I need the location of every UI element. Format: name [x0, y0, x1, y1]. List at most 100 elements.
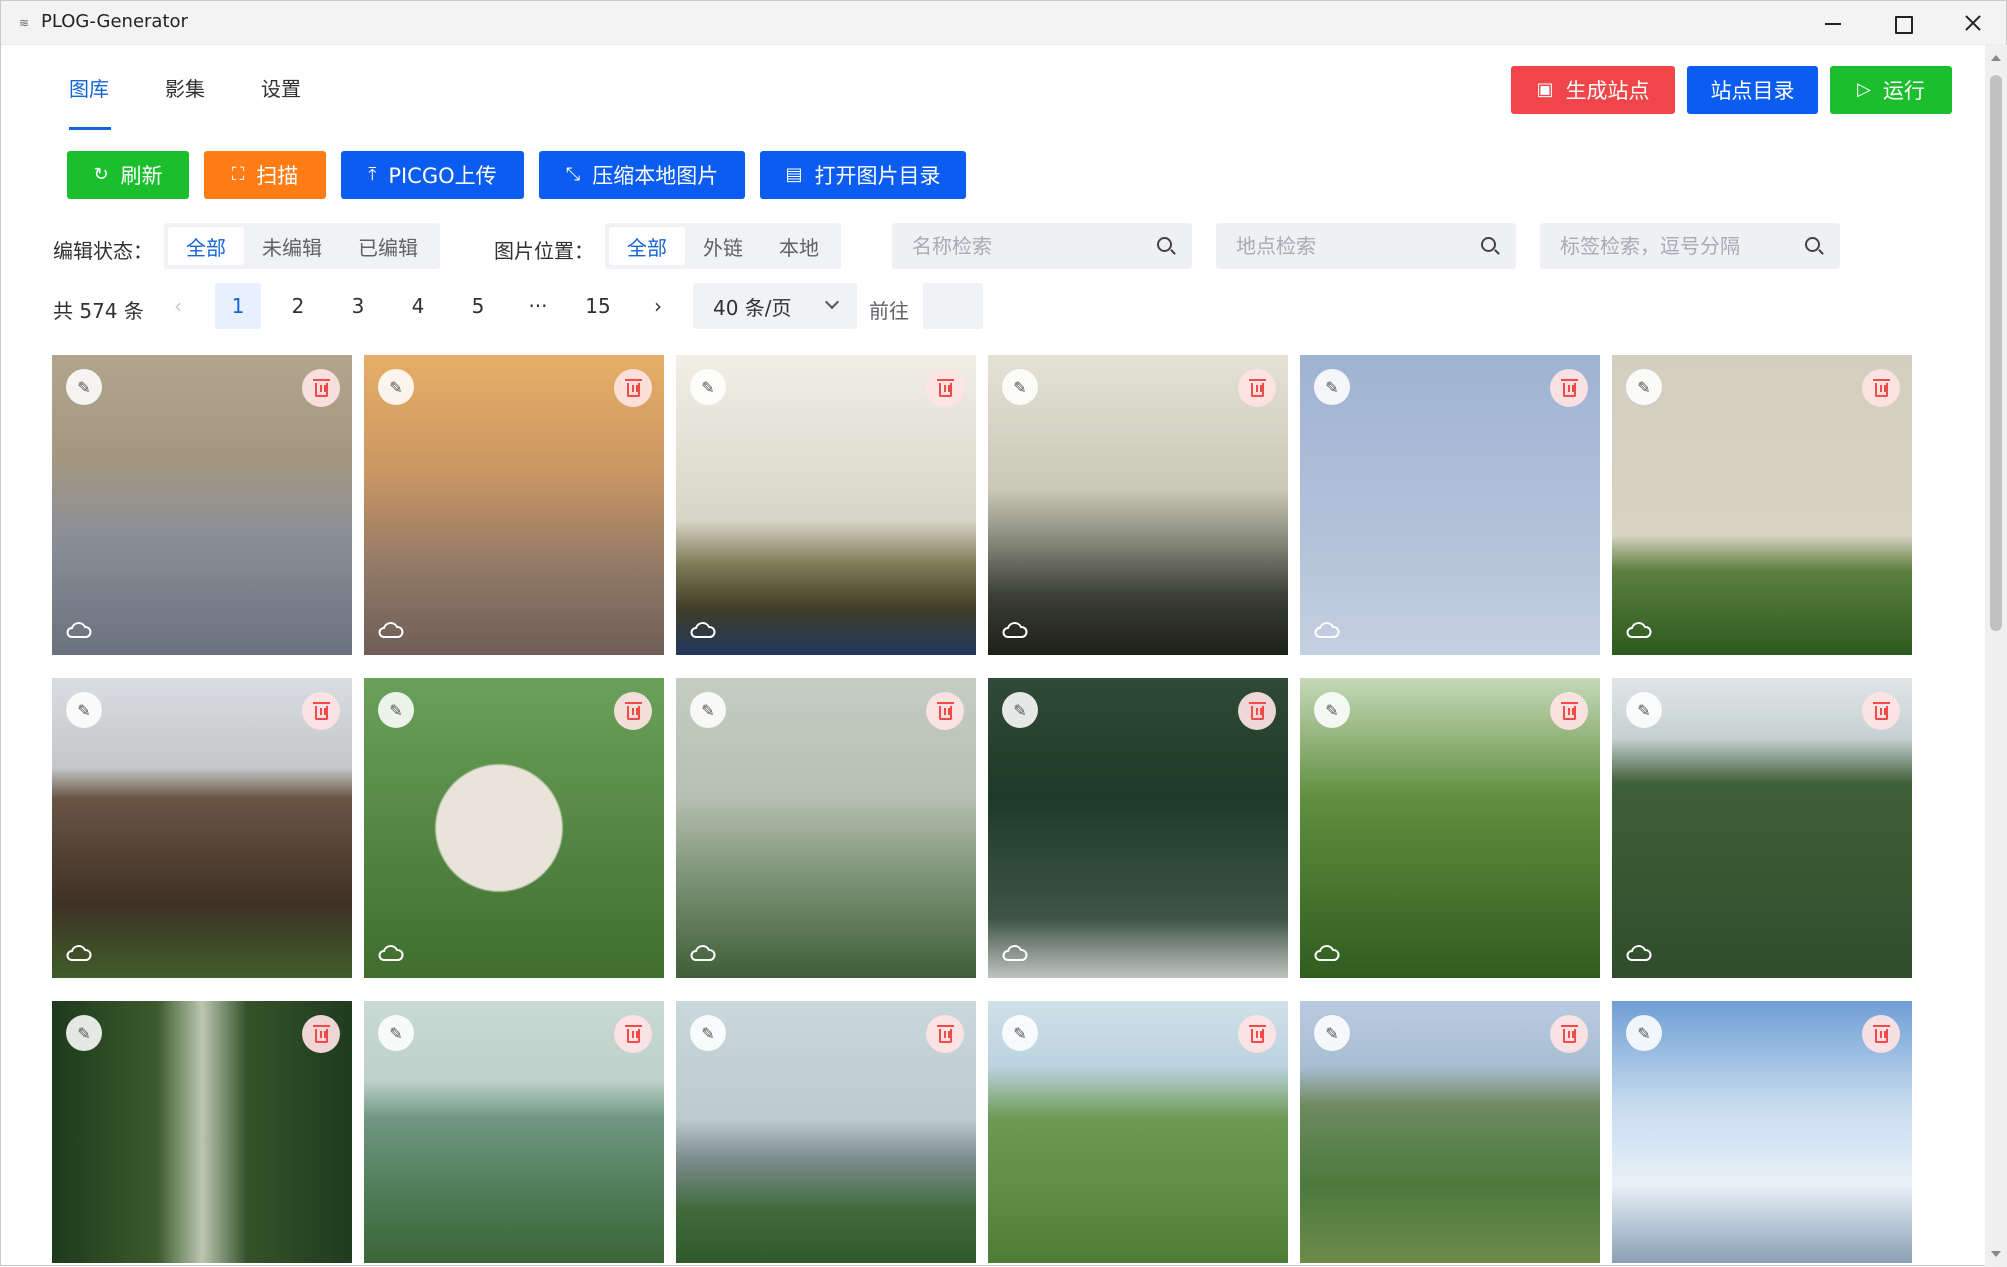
delete-button[interactable]: [614, 1015, 652, 1053]
prev-page-button[interactable]: ‹: [155, 283, 201, 329]
edit-icon[interactable]: ✎: [690, 1015, 726, 1051]
edit-icon[interactable]: ✎: [1626, 1015, 1662, 1051]
photo-card[interactable]: ✎: [52, 678, 352, 978]
picgo-upload-label: PICGO上传: [388, 164, 497, 188]
name-search-input[interactable]: [892, 223, 1192, 269]
delete-button[interactable]: [1550, 369, 1588, 407]
vertical-scrollbar[interactable]: [1985, 45, 2007, 1267]
photo-card[interactable]: ✎: [52, 355, 352, 655]
delete-button[interactable]: [302, 692, 340, 730]
photo-card[interactable]: ✎: [1612, 355, 1912, 655]
edit-icon[interactable]: ✎: [1002, 369, 1038, 405]
compress-images-button[interactable]: ⤡ 压缩本地图片: [539, 151, 745, 199]
refresh-button[interactable]: ↻ 刷新: [67, 151, 189, 199]
photo-card[interactable]: ✎: [1612, 678, 1912, 978]
edit-icon[interactable]: ✎: [378, 692, 414, 728]
photo-card[interactable]: ✎: [676, 678, 976, 978]
edit-icon[interactable]: ✎: [378, 369, 414, 405]
search-icon[interactable]: [1481, 237, 1496, 252]
cloud-icon: [66, 944, 92, 961]
page-2[interactable]: 2: [275, 283, 321, 329]
scroll-up-arrow-icon[interactable]: [1991, 55, 2001, 61]
run-button[interactable]: ▷ 运行: [1830, 66, 1952, 114]
picgo-upload-button[interactable]: ⤒ PICGO上传: [341, 151, 524, 199]
delete-button[interactable]: [614, 369, 652, 407]
delete-button[interactable]: [1550, 1015, 1588, 1053]
tag-search: [1540, 223, 1840, 269]
close-button[interactable]: [1937, 1, 2007, 45]
page-4[interactable]: 4: [395, 283, 441, 329]
photo-card[interactable]: ✎: [364, 1001, 664, 1263]
edit-icon[interactable]: ✎: [690, 369, 726, 405]
edit-icon[interactable]: ✎: [1626, 692, 1662, 728]
delete-button[interactable]: [1862, 692, 1900, 730]
photo-card[interactable]: ✎: [52, 1001, 352, 1263]
photo-card[interactable]: ✎: [988, 1001, 1288, 1263]
search-icon[interactable]: [1157, 237, 1172, 252]
scroll-down-arrow-icon[interactable]: [1991, 1251, 2001, 1257]
delete-button[interactable]: [1862, 369, 1900, 407]
edit-icon[interactable]: ✎: [1626, 369, 1662, 405]
photo-card[interactable]: ✎: [1300, 678, 1600, 978]
tab-settings[interactable]: 设置: [261, 73, 301, 102]
photo-card[interactable]: ✎: [364, 678, 664, 978]
delete-button[interactable]: [302, 1015, 340, 1053]
minimize-button[interactable]: [1797, 1, 1867, 45]
next-page-button[interactable]: ›: [635, 283, 681, 329]
tab-gallery[interactable]: 图库: [69, 73, 109, 102]
photo-card[interactable]: ✎: [676, 355, 976, 655]
photo-card[interactable]: ✎: [1300, 355, 1600, 655]
delete-button[interactable]: [926, 692, 964, 730]
photo-card[interactable]: ✎: [988, 678, 1288, 978]
edit-icon[interactable]: ✎: [1314, 1015, 1350, 1051]
page-15[interactable]: 15: [575, 283, 621, 329]
delete-button[interactable]: [1238, 692, 1276, 730]
site-directory-button[interactable]: 站点目录: [1687, 66, 1818, 114]
tag-search-input[interactable]: [1540, 223, 1840, 269]
delete-button[interactable]: [302, 369, 340, 407]
photo-card[interactable]: ✎: [676, 1001, 976, 1263]
edit-icon[interactable]: ✎: [1002, 1015, 1038, 1051]
photo-card[interactable]: ✎: [364, 355, 664, 655]
place-search-input[interactable]: [1216, 223, 1516, 269]
location-local[interactable]: 本地: [761, 227, 837, 265]
jump-page-input[interactable]: [923, 283, 983, 329]
delete-button[interactable]: [1238, 369, 1276, 407]
page-size-select[interactable]: 40 条/页: [693, 283, 857, 329]
page-3[interactable]: 3: [335, 283, 381, 329]
edit-icon[interactable]: ✎: [378, 1015, 414, 1051]
edit-icon[interactable]: ✎: [1314, 369, 1350, 405]
open-image-dir-button[interactable]: ▤ 打开图片目录: [760, 151, 966, 199]
edit-status-all[interactable]: 全部: [168, 227, 244, 265]
edit-icon[interactable]: ✎: [66, 1015, 102, 1051]
tab-albums[interactable]: 影集: [165, 73, 205, 102]
delete-button[interactable]: [926, 1015, 964, 1053]
location-all[interactable]: 全部: [609, 227, 685, 265]
generate-site-button[interactable]: ▣ 生成站点: [1511, 66, 1675, 114]
delete-button[interactable]: [1862, 1015, 1900, 1053]
search-icon[interactable]: [1805, 237, 1820, 252]
edit-status-unedited[interactable]: 未编辑: [244, 227, 340, 265]
edit-status-edited[interactable]: 已编辑: [340, 227, 436, 265]
scan-button[interactable]: ⛶ 扫描: [204, 151, 326, 199]
compress-icon: ⤡: [565, 164, 581, 185]
photo-card[interactable]: ✎: [1300, 1001, 1600, 1263]
delete-button[interactable]: [1550, 692, 1588, 730]
scrollbar-thumb[interactable]: [1990, 75, 2002, 631]
page-1[interactable]: 1: [215, 283, 261, 329]
edit-icon[interactable]: ✎: [66, 692, 102, 728]
edit-icon[interactable]: ✎: [1002, 692, 1038, 728]
maximize-button[interactable]: [1867, 1, 1937, 45]
photo-card[interactable]: ✎: [988, 355, 1288, 655]
edit-icon[interactable]: ✎: [66, 369, 102, 405]
cloud-icon: [1314, 944, 1340, 961]
delete-button[interactable]: [614, 692, 652, 730]
page-5[interactable]: 5: [455, 283, 501, 329]
delete-button[interactable]: [1238, 1015, 1276, 1053]
photo-card[interactable]: ✎: [1612, 1001, 1912, 1263]
page-ellipsis[interactable]: ···: [515, 283, 561, 329]
delete-button[interactable]: [926, 369, 964, 407]
location-external[interactable]: 外链: [685, 227, 761, 265]
edit-icon[interactable]: ✎: [1314, 692, 1350, 728]
edit-icon[interactable]: ✎: [690, 692, 726, 728]
